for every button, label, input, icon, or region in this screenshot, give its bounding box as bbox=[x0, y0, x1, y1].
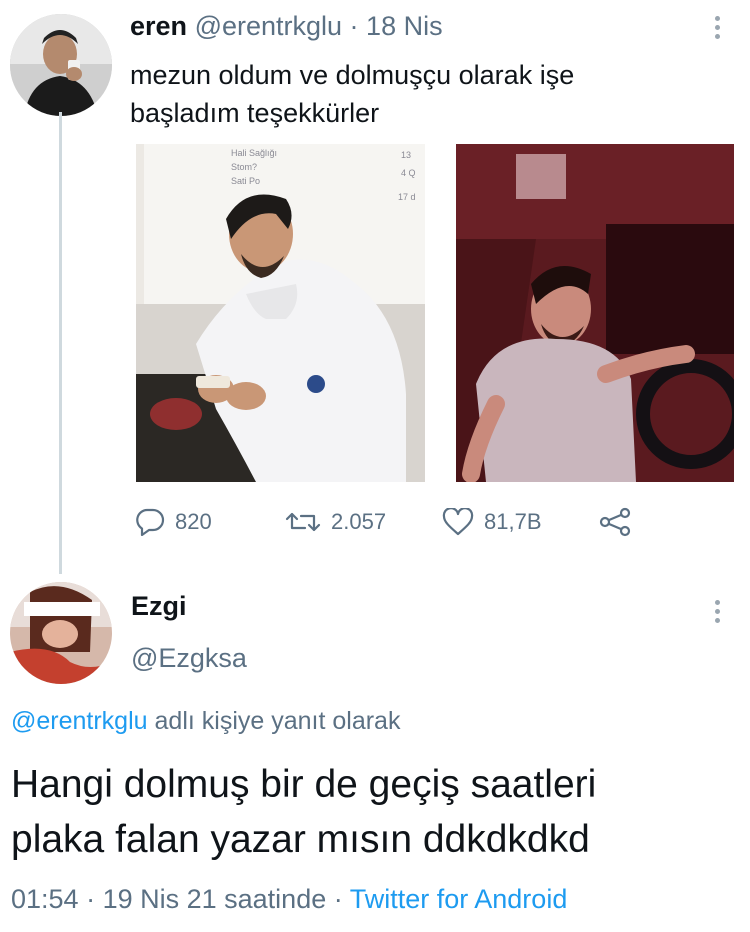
thread-line bbox=[59, 112, 62, 574]
share-action[interactable] bbox=[598, 504, 632, 540]
retweet-count: 2.057 bbox=[331, 509, 387, 534]
tweet-photo-graduate[interactable]: Hali Sağlığı Stom? Sati Po 13 4 Q 17 d bbox=[136, 144, 425, 482]
reply-source-link[interactable]: Twitter for Android bbox=[350, 884, 568, 914]
author-handle[interactable]: @erentrkglu bbox=[195, 11, 342, 41]
comment-icon bbox=[136, 508, 165, 536]
reply-action[interactable]: 820 bbox=[135, 504, 212, 540]
tweet-text: mezun oldum ve dolmuşçu olarak işe başla… bbox=[130, 56, 574, 132]
board-note: 17 d bbox=[398, 192, 416, 202]
tweet-date[interactable]: 18 Nis bbox=[366, 11, 443, 41]
reply-text: Hangi dolmuş bir de geçiş saatleri plaka… bbox=[11, 757, 596, 867]
reply-more-icon[interactable] bbox=[715, 600, 720, 623]
board-note: 13 bbox=[401, 150, 411, 160]
reply-context-text: adlı kişiye yanıt olarak bbox=[147, 707, 401, 735]
tweet-text-line: başladım teşekkürler bbox=[130, 98, 380, 128]
board-note: Hali Sağlığı bbox=[231, 148, 277, 158]
retweet-action[interactable]: 2.057 bbox=[285, 504, 386, 540]
reply-to-handle-link[interactable]: @erentrkglu bbox=[11, 707, 148, 735]
tweet-header: eren @erentrkglu · 18 Nis bbox=[130, 11, 443, 42]
tweet-photo-driver[interactable] bbox=[456, 144, 734, 482]
tweet-more-icon[interactable] bbox=[715, 16, 720, 39]
retweet-icon bbox=[285, 512, 321, 532]
reply-meta: 01:54 · 19 Nis 21 saatinde · Twitter for… bbox=[11, 884, 567, 915]
reply-author-name[interactable]: Ezgi bbox=[131, 591, 187, 622]
reply-context: @erentrkglu adlı kişiye yanıt olarak bbox=[11, 707, 400, 736]
share-icon bbox=[599, 507, 631, 537]
like-count: 81,7B bbox=[484, 509, 542, 534]
reply-text-line: plaka falan yazar mısın ddkdkdkd bbox=[11, 818, 590, 861]
meta-separator: · bbox=[78, 884, 103, 914]
author-avatar[interactable] bbox=[10, 14, 112, 116]
heart-icon bbox=[442, 508, 474, 536]
author-name[interactable]: eren bbox=[130, 11, 187, 41]
reply-date[interactable]: 19 Nis 21 saatinde · bbox=[103, 884, 350, 914]
reply-text-line: Hangi dolmuş bir de geçiş saatleri bbox=[11, 763, 597, 806]
reply-author-handle[interactable]: @Ezgksa bbox=[131, 643, 247, 674]
board-note: Stom? bbox=[231, 162, 257, 172]
reply-time[interactable]: 01:54 bbox=[11, 884, 79, 914]
like-action[interactable]: 81,7B bbox=[442, 504, 542, 540]
board-note: Sati Po bbox=[231, 176, 260, 186]
reply-author-avatar[interactable] bbox=[10, 582, 112, 684]
tweet-text-line: mezun oldum ve dolmuşçu olarak işe bbox=[130, 60, 575, 90]
board-note: 4 Q bbox=[401, 168, 416, 178]
header-separator: · bbox=[342, 11, 367, 41]
reply-count: 820 bbox=[175, 509, 212, 534]
